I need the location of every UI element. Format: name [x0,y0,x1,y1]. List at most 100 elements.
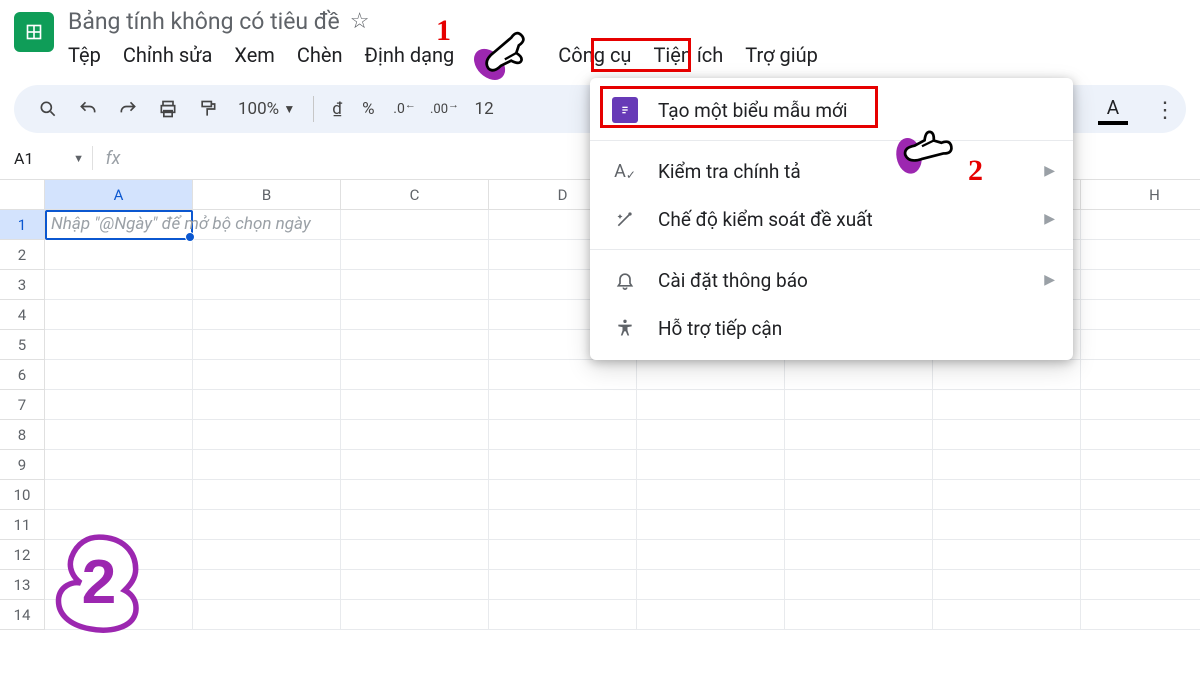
column-header-c[interactable]: C [341,180,489,210]
menu-item-create-form[interactable]: Tạo một biểu mẫu mới [590,86,1073,134]
cell[interactable] [45,240,193,270]
cell[interactable] [785,420,933,450]
cell[interactable] [1081,210,1200,240]
toolbar-more-icon[interactable]: ⋮ [1154,98,1176,123]
menu-item-notifications[interactable]: Cài đặt thông báo ▶ [590,256,1073,304]
cell[interactable] [637,540,785,570]
cell[interactable] [489,420,637,450]
cell[interactable] [341,540,489,570]
row-header[interactable]: 5 [0,330,45,360]
print-icon[interactable] [150,91,186,127]
cell[interactable] [637,420,785,450]
cell[interactable] [1081,510,1200,540]
row-header[interactable]: 13 [0,570,45,600]
row-header[interactable]: 10 [0,480,45,510]
cell[interactable] [785,390,933,420]
cell[interactable] [341,210,489,240]
cell[interactable] [933,420,1081,450]
cell[interactable] [489,360,637,390]
cell[interactable] [933,480,1081,510]
cell[interactable] [45,390,193,420]
cell[interactable] [341,270,489,300]
cell[interactable] [1081,240,1200,270]
cell[interactable] [1081,450,1200,480]
menu-format[interactable]: Định dạng [365,41,455,69]
cell[interactable] [785,510,933,540]
zoom-level[interactable]: 100% ▼ [230,91,303,127]
cell[interactable] [489,570,637,600]
row-header[interactable]: 6 [0,360,45,390]
document-title[interactable]: Bảng tính không có tiêu đề [68,8,340,35]
cell[interactable] [193,240,341,270]
cell[interactable] [933,450,1081,480]
row-header[interactable]: 2 [0,240,45,270]
cell[interactable] [341,450,489,480]
column-header-h[interactable]: H [1081,180,1200,210]
cell[interactable] [193,300,341,330]
select-all-corner[interactable] [0,180,45,210]
cell[interactable] [489,480,637,510]
cell[interactable] [341,390,489,420]
column-header-b[interactable]: B [193,180,341,210]
cell[interactable] [933,390,1081,420]
row-header[interactable]: 1 [0,210,45,240]
menu-item-accessibility[interactable]: Hỗ trợ tiếp cận [590,304,1073,352]
cell[interactable] [45,450,193,480]
cell[interactable] [1081,390,1200,420]
cell[interactable] [45,480,193,510]
cell[interactable] [785,480,933,510]
cell[interactable] [45,270,193,300]
cell[interactable] [341,300,489,330]
cell[interactable] [193,330,341,360]
cell[interactable] [489,510,637,540]
cell[interactable] [933,570,1081,600]
row-header[interactable]: 7 [0,390,45,420]
currency-button[interactable]: ₫ [324,91,350,127]
row-header[interactable]: 12 [0,540,45,570]
row-header[interactable]: 4 [0,300,45,330]
cell[interactable] [193,360,341,390]
menu-tools[interactable]: Công cụ [558,41,631,69]
menu-item-suggest-mode[interactable]: Chế độ kiểm soát đề xuất ▶ [590,195,1073,243]
star-icon[interactable]: ☆ [350,9,370,34]
name-box[interactable]: A1 ▼ [0,143,92,173]
cell[interactable] [933,360,1081,390]
cell[interactable] [193,450,341,480]
percent-button[interactable]: % [354,91,382,127]
cell[interactable] [341,240,489,270]
cell[interactable] [489,600,637,630]
cell[interactable] [933,510,1081,540]
cell[interactable] [637,360,785,390]
cell[interactable] [193,600,341,630]
cell[interactable] [637,600,785,630]
cell[interactable] [489,390,637,420]
cell[interactable] [341,420,489,450]
row-header[interactable]: 8 [0,420,45,450]
cell[interactable] [785,600,933,630]
cell[interactable] [45,420,193,450]
menu-view[interactable]: Xem [234,41,274,69]
sheets-logo[interactable] [14,12,54,52]
cell[interactable] [489,450,637,480]
menu-edit[interactable]: Chỉnh sửa [123,41,213,69]
cell[interactable] [489,540,637,570]
cell[interactable] [637,570,785,600]
redo-icon[interactable] [110,91,146,127]
menu-help[interactable]: Trợ giúp [745,41,818,69]
cell[interactable] [637,450,785,480]
cell[interactable] [45,360,193,390]
cell[interactable] [637,510,785,540]
cell[interactable] [341,360,489,390]
cell[interactable] [1081,600,1200,630]
cell[interactable] [785,570,933,600]
cell[interactable] [785,540,933,570]
search-icon[interactable] [30,91,66,127]
cell[interactable] [341,600,489,630]
text-color-button[interactable]: A [1098,96,1128,125]
cell[interactable] [1081,300,1200,330]
cell[interactable] [1081,540,1200,570]
cell[interactable] [1081,480,1200,510]
cell[interactable] [193,570,341,600]
undo-icon[interactable] [70,91,106,127]
cell[interactable] [341,510,489,540]
